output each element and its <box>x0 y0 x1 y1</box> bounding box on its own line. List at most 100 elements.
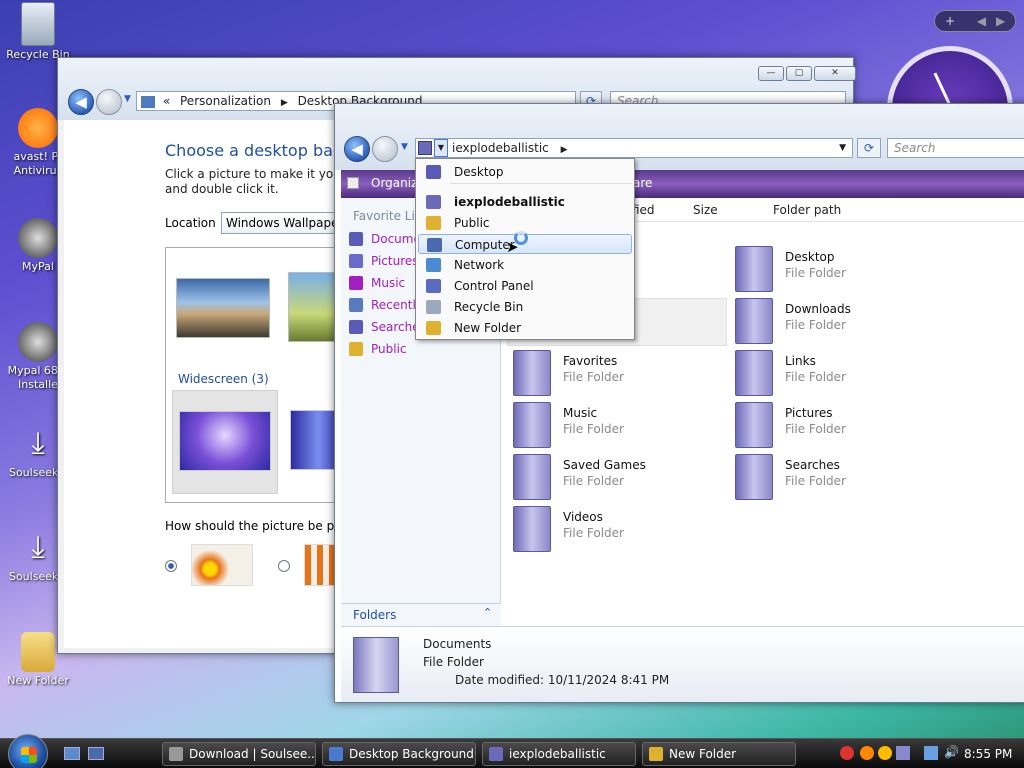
location-select[interactable]: Windows Wallpapers <box>221 212 351 234</box>
close-button[interactable]: ✕ <box>814 66 856 81</box>
folder-name: Links <box>785 354 816 368</box>
wallpaper-thumb-selected[interactable] <box>172 390 278 494</box>
location-icon <box>427 238 442 252</box>
folder-link-icon <box>349 320 363 334</box>
folder-icon <box>735 454 773 500</box>
control-panel-icon <box>141 95 155 108</box>
maximize-button[interactable]: ▢ <box>786 66 812 81</box>
mouse-pointer-icon: ➤ <box>506 238 519 256</box>
breadcrumb-separator-icon[interactable]: ▶ <box>561 145 568 155</box>
tray-avast-icon[interactable] <box>860 746 874 760</box>
window-caption-buttons: — ▢ ✕ <box>758 66 856 81</box>
details-pane: Documents File Folder Date modified: 10/… <box>341 626 1024 702</box>
tray-app-icon[interactable] <box>878 746 892 760</box>
download-icon: ⤓ <box>31 426 45 461</box>
breadcrumb-separator-icon[interactable]: ▶ <box>281 98 288 108</box>
position-radio-fill[interactable] <box>165 560 177 572</box>
chevron-up-icon[interactable]: ⌃ <box>483 606 492 619</box>
column-size[interactable]: Size <box>693 203 718 217</box>
folder-type: File Folder <box>785 474 846 488</box>
folder-item[interactable]: Searches File Folder <box>735 452 955 502</box>
menu-item[interactable]: Control Panel <box>418 276 632 296</box>
position-radio-tile[interactable] <box>278 560 290 572</box>
tray-alert-icon[interactable] <box>840 746 854 760</box>
app-icon <box>649 747 663 761</box>
taskbar-button[interactable]: Download | Soulsee... <box>162 742 316 766</box>
clock[interactable]: 8:55 PM <box>964 747 1012 761</box>
address-dropdown-toggle[interactable]: ▼ <box>434 139 448 157</box>
taskbar-button[interactable]: iexplodeballistic <box>482 742 636 766</box>
organize-button[interactable]: Organiz <box>371 176 417 190</box>
menu-item[interactable]: Public <box>418 213 632 233</box>
folder-item[interactable]: Pictures File Folder <box>735 400 955 450</box>
next-gadget-icon[interactable]: ▶ <box>996 14 1005 28</box>
folder-type: File Folder <box>785 370 846 384</box>
folder-item[interactable]: Videos File Folder <box>513 504 733 554</box>
folder-item[interactable]: Desktop File Folder <box>735 244 955 294</box>
taskbar-button[interactable]: Desktop Background <box>322 742 476 766</box>
wallpaper-thumb[interactable] <box>176 278 270 338</box>
folder-name: Downloads <box>785 302 851 316</box>
refresh-button[interactable]: ⟳ <box>857 138 881 158</box>
location-label: Location <box>165 216 216 230</box>
show-desktop-icon[interactable] <box>64 747 80 760</box>
breadcrumb-overflow-icon[interactable]: « <box>163 94 170 108</box>
location-icon <box>426 279 441 293</box>
location-icon <box>426 216 441 230</box>
share-button[interactable]: are <box>633 176 652 190</box>
desktop-icon-recycle-bin[interactable]: Recycle Bin <box>0 2 76 62</box>
avast-icon <box>18 108 58 148</box>
location-icon <box>426 300 441 314</box>
switch-windows-icon[interactable] <box>88 747 104 760</box>
search-input[interactable]: Search <box>887 138 1024 158</box>
location-icon <box>426 195 441 209</box>
minimize-button[interactable]: — <box>758 66 784 81</box>
breadcrumb-user[interactable]: iexplodeballistic <box>452 141 549 155</box>
menu-item[interactable]: Desktop <box>418 162 632 182</box>
group-header[interactable]: Widescreen (3) <box>178 372 269 386</box>
back-button[interactable]: ◀ <box>68 89 94 115</box>
favorite-link[interactable]: Searche <box>349 317 420 337</box>
folder-type: File Folder <box>563 370 624 384</box>
prev-gadget-icon[interactable]: ◀ <box>977 14 986 28</box>
menu-item[interactable]: iexplodeballistic <box>418 192 632 212</box>
windows-logo-icon <box>21 747 37 763</box>
forward-button[interactable] <box>96 89 122 115</box>
add-gadget-icon[interactable]: + <box>945 14 955 28</box>
start-button[interactable] <box>8 734 48 768</box>
folder-item[interactable]: Saved Games File Folder <box>513 452 733 502</box>
favorite-link[interactable]: Public <box>349 339 407 359</box>
tray-network-icon[interactable] <box>924 746 938 760</box>
folders-label: Folders <box>353 608 397 622</box>
taskbar-button[interactable]: New Folder <box>642 742 796 766</box>
favorite-link[interactable]: Recently <box>349 295 423 315</box>
recent-pages-icon[interactable]: ▼ <box>124 94 131 104</box>
forward-button[interactable] <box>372 136 398 162</box>
recent-pages-icon[interactable]: ▼ <box>401 142 408 152</box>
menu-item[interactable]: New Folder <box>418 318 632 338</box>
folder-item[interactable]: Downloads File Folder <box>735 296 955 346</box>
address-root-icon[interactable] <box>418 141 432 155</box>
menu-item[interactable]: Recycle Bin <box>418 297 632 317</box>
position-preview-fill[interactable] <box>191 544 253 586</box>
favorite-link[interactable]: Pictures <box>349 251 419 271</box>
folder-icon <box>735 350 773 396</box>
folder-item[interactable]: Links File Folder <box>735 348 955 398</box>
address-bar[interactable]: ▼ iexplodeballistic ▶ ▼ <box>415 138 853 158</box>
favorite-link[interactable]: Music <box>349 273 405 293</box>
tray-app-icon[interactable] <box>896 746 910 760</box>
tray-volume-icon[interactable]: 🔊 <box>944 745 959 759</box>
favorite-link[interactable]: Docume <box>349 229 421 249</box>
taskbar: Download | Soulsee... Desktop Background i… <box>0 734 1024 768</box>
sidebar-gadget-controls[interactable]: + ◀ ▶ <box>934 10 1016 32</box>
details-date-modified: Date modified: 10/11/2024 8:41 PM <box>455 673 670 687</box>
folder-item[interactable]: Favorites File Folder <box>513 348 733 398</box>
address-history-dropdown-icon[interactable]: ▼ <box>839 139 846 157</box>
column-folder-path[interactable]: Folder path <box>773 203 841 217</box>
folder-item[interactable]: Music File Folder <box>513 400 733 450</box>
back-button[interactable]: ◀ <box>344 136 370 162</box>
breadcrumb-personalization[interactable]: Personalization <box>180 94 271 108</box>
menu-item[interactable]: Network <box>418 255 632 275</box>
folders-bar[interactable]: Folders ⌃ <box>341 603 501 627</box>
folder-icon <box>513 454 551 500</box>
